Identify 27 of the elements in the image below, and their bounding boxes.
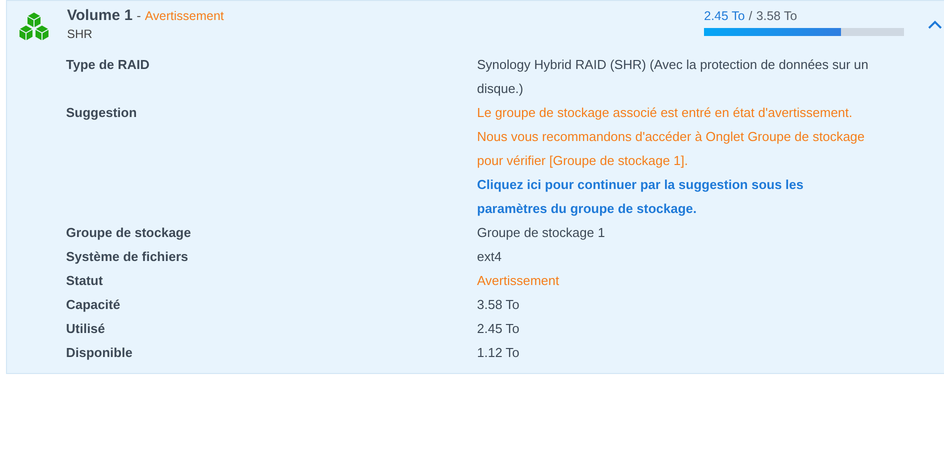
detail-label: Type de RAID: [66, 56, 151, 74]
volume-title: Volume 1: [67, 7, 133, 24]
suggestion-text: Le groupe de stockage associé est entré en état d'avertissement. Nous vous recommandons d'accéder à Onglet Groupe de stockage pour vérifier [Groupe de stockage 1]. Cliquez ici pour continuer par la suggestion sous les paramètres du groupe de stockage.: [477, 101, 877, 221]
detail-value: 2.45 To: [477, 320, 520, 338]
detail-label: Groupe de stockage: [66, 224, 192, 242]
detail-value: 3.58 To: [477, 296, 520, 314]
detail-label: Suggestion: [66, 104, 138, 122]
detail-label: Statut: [66, 272, 104, 290]
detail-label: Système de fichiers: [66, 248, 190, 266]
total-capacity: 3.58 To: [756, 9, 798, 23]
detail-value: Avertissement: [477, 272, 560, 290]
detail-label: Disponible: [66, 344, 134, 362]
cubes-icon: [18, 11, 50, 43]
chevron-up-icon: [928, 20, 942, 29]
detail-value: Synology Hybrid RAID (SHR) (Avec la protection de données sur un disque.): [477, 56, 870, 98]
detail-value: 1.12 To: [477, 344, 520, 362]
separator: -: [136, 8, 141, 23]
volume-type: SHR: [67, 27, 94, 41]
collapse-button[interactable]: [926, 18, 944, 31]
detail-label: Capacité: [66, 296, 122, 314]
used-capacity: 2.45 To: [704, 9, 745, 23]
detail-value: Groupe de stockage 1: [477, 224, 606, 242]
slash: /: [748, 9, 752, 23]
volume-status: Avertissement: [144, 9, 224, 23]
suggestion-link[interactable]: Cliquez ici pour continuer par la suggestion sous les paramètres du groupe de stockage.: [477, 173, 877, 221]
detail-value: ext4: [477, 248, 503, 266]
detail-label: Utilisé: [66, 320, 106, 338]
